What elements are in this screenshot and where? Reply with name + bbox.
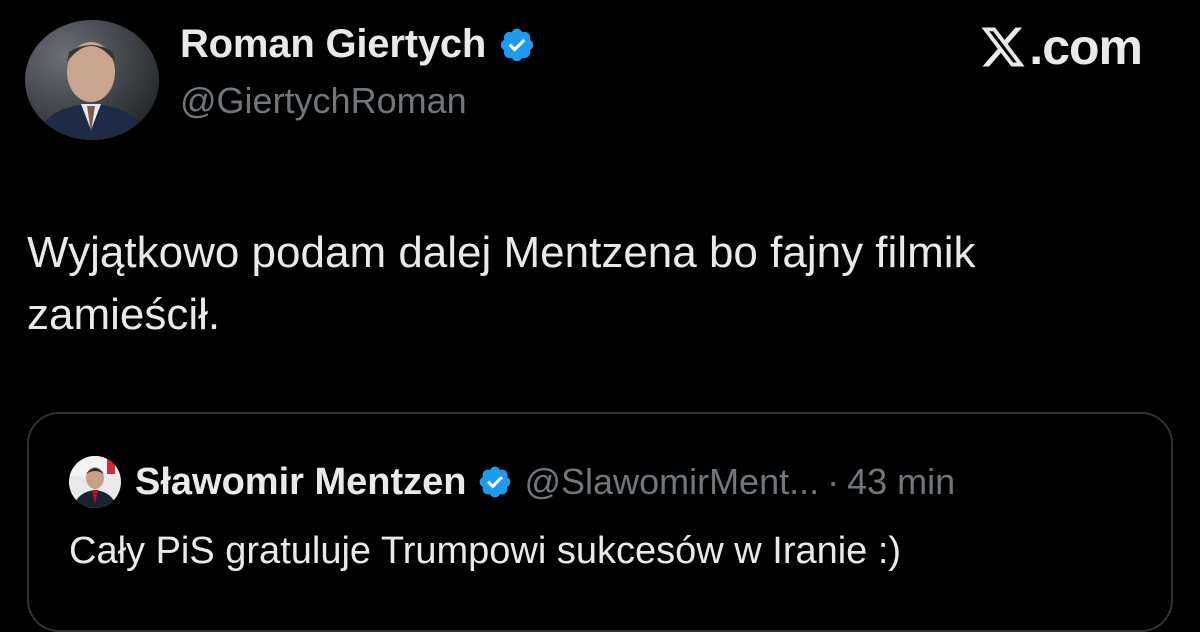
- quoted-timestamp[interactable]: 43 min: [847, 461, 955, 503]
- author-handle[interactable]: @GiertychRoman: [180, 80, 467, 122]
- x-logo-icon: [979, 23, 1027, 71]
- brand-domain-text: .com: [1029, 19, 1143, 75]
- quoted-author-handle[interactable]: @SlawomirMent...: [525, 461, 820, 503]
- author-name[interactable]: Roman Giertych: [180, 22, 486, 67]
- quoted-author-avatar[interactable]: [69, 456, 121, 508]
- author-avatar-image: [25, 20, 159, 140]
- tweet-text: Wyjątkowo podam dalej Mentzena bo fajny …: [27, 228, 976, 339]
- tweet-card: Roman Giertych @GiertychRoman .com Wyjąt…: [0, 0, 1200, 632]
- quoted-tweet-text: Cały PiS gratuluje Trumpowi sukcesów w I…: [69, 530, 902, 572]
- quoted-tweet[interactable]: Sławomir Mentzen @SlawomirMent... · 43 m…: [27, 412, 1173, 632]
- quoted-tweet-header: Sławomir Mentzen @SlawomirMent... · 43 m…: [69, 456, 955, 508]
- author-avatar[interactable]: [25, 20, 159, 140]
- verified-badge-icon: [498, 26, 536, 64]
- brand-logo: .com: [979, 18, 1143, 76]
- author-name-row: Roman Giertych: [180, 22, 536, 67]
- quoted-separator-dot: ·: [827, 461, 840, 502]
- quoted-author-avatar-image: [69, 456, 121, 508]
- quoted-verified-badge-icon: [477, 464, 513, 500]
- quoted-author-name[interactable]: Sławomir Mentzen: [135, 461, 467, 504]
